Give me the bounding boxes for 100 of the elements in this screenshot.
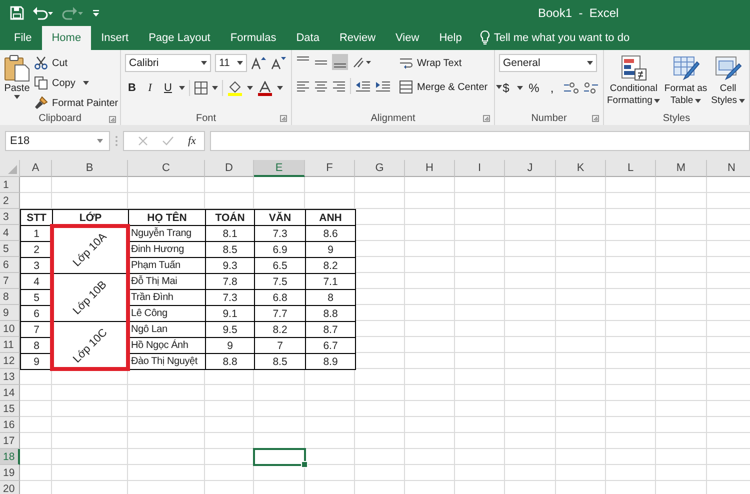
column-header[interactable]: D — [205, 160, 254, 177]
format-painter-button[interactable]: Format Painter — [34, 94, 118, 112]
font-name-dropdown[interactable]: Calibri — [125, 54, 211, 72]
ribbon-tab[interactable]: Insert — [91, 26, 139, 50]
row-header[interactable]: 12 — [0, 353, 20, 369]
row-header[interactable]: 10 — [0, 321, 20, 337]
borders-icon[interactable] — [194, 81, 208, 95]
cut-button[interactable]: Cut — [34, 54, 118, 72]
number-format-dropdown[interactable]: General — [499, 54, 597, 72]
row-header[interactable]: 2 — [0, 193, 20, 209]
name-box[interactable]: E18 — [5, 131, 110, 151]
row-header[interactable]: 18 — [0, 449, 20, 465]
currency-button[interactable]: $ — [499, 80, 513, 96]
ribbon-tab[interactable]: Home — [42, 26, 92, 50]
underline-button[interactable]: U — [161, 80, 175, 96]
decrease-indent-icon[interactable] — [355, 79, 371, 93]
column-header[interactable]: N — [707, 160, 750, 177]
copy-button[interactable]: Copy — [34, 74, 118, 92]
row-header[interactable]: 6 — [0, 257, 20, 273]
align-bottom-icon[interactable] — [332, 54, 348, 70]
percent-button[interactable]: % — [527, 80, 541, 96]
row-header[interactable]: 17 — [0, 433, 20, 449]
table-cell: Đinh Hương — [128, 241, 206, 258]
decrease-decimal-icon[interactable] — [583, 81, 599, 95]
styles-button[interactable]: Format as Table — [663, 54, 708, 111]
column-header[interactable]: I — [455, 160, 505, 177]
ribbon-tab[interactable]: Review — [329, 26, 386, 50]
table-cell: Hồ Ngọc Ánh — [128, 337, 206, 354]
check-icon[interactable] — [162, 136, 174, 146]
row-header[interactable]: 15 — [0, 401, 20, 417]
wrap-text-button[interactable]: Wrap Text — [399, 54, 502, 72]
decrease-font-size-icon[interactable] — [271, 56, 287, 70]
fill-color-icon[interactable] — [227, 80, 243, 96]
column-header[interactable]: G — [355, 160, 405, 177]
ribbon-tab[interactable]: File — [4, 26, 42, 50]
dialog-launcher-icon[interactable] — [109, 116, 116, 123]
paste-button[interactable]: Paste — [4, 54, 30, 112]
ribbon-tab[interactable]: Help — [429, 26, 472, 50]
dialog-launcher-icon[interactable] — [280, 115, 287, 122]
bold-button[interactable]: B — [125, 80, 139, 96]
align-center-icon[interactable] — [314, 79, 328, 93]
formula-input[interactable] — [210, 131, 750, 151]
comma-style-button[interactable]: , — [545, 80, 559, 96]
caret-icon — [517, 86, 523, 90]
column-header[interactable]: J — [505, 160, 556, 177]
italic-button[interactable]: I — [143, 80, 157, 96]
ribbon-tab[interactable]: View — [386, 26, 430, 50]
row-header[interactable]: 19 — [0, 465, 20, 481]
column-header[interactable]: F — [305, 160, 355, 177]
row-header[interactable]: 13 — [0, 369, 20, 385]
table-cell: 8.6 — [305, 225, 356, 242]
row-header[interactable]: 4 — [0, 225, 20, 241]
merged-cell-text: Lớp 10A — [71, 230, 110, 269]
merge-center-button[interactable]: Merge & Center — [399, 78, 502, 96]
column-header[interactable]: A — [20, 160, 52, 177]
align-right-icon[interactable] — [332, 79, 346, 93]
row-header[interactable]: 9 — [0, 305, 20, 321]
column-header[interactable]: L — [606, 160, 656, 177]
row-header[interactable]: 3 — [0, 209, 20, 225]
column-header[interactable]: M — [656, 160, 707, 177]
column-header[interactable]: E — [254, 160, 305, 177]
dialog-launcher-icon[interactable] — [483, 115, 490, 122]
increase-font-size-icon[interactable] — [251, 56, 267, 70]
table-cell: 7.5 — [254, 273, 306, 290]
caret-icon — [83, 81, 90, 85]
styles-button[interactable]: Conditional Formatting — [606, 54, 662, 111]
styles-button[interactable]: Cell Styles — [710, 54, 746, 111]
align-left-icon[interactable] — [296, 79, 310, 93]
column-header[interactable]: C — [128, 160, 205, 177]
drag-handle-icon[interactable] — [115, 135, 118, 147]
caret-icon — [97, 139, 103, 143]
row-header[interactable]: 20 — [0, 481, 20, 494]
row-header[interactable]: 8 — [0, 289, 20, 305]
active-cell[interactable] — [253, 448, 306, 466]
column-header[interactable]: B — [52, 160, 128, 177]
row-header[interactable]: 7 — [0, 273, 20, 289]
ribbon-tab[interactable]: Data — [286, 26, 330, 50]
row-header[interactable]: 14 — [0, 385, 20, 401]
save-icon[interactable] — [10, 6, 24, 20]
ribbon-tab[interactable]: Page Layout — [138, 26, 220, 50]
insert-function-button[interactable]: fx — [188, 135, 196, 147]
column-header[interactable]: K — [556, 160, 606, 177]
dialog-launcher-icon[interactable] — [592, 115, 599, 122]
lightbulb-icon — [480, 30, 490, 45]
column-header[interactable]: H — [405, 160, 455, 177]
font-size-dropdown[interactable]: 11 — [215, 54, 247, 72]
row-header[interactable]: 11 — [0, 337, 20, 353]
row-header[interactable]: 16 — [0, 417, 20, 433]
font-color-icon[interactable] — [257, 80, 273, 96]
undo-icon[interactable] — [32, 6, 54, 20]
orientation-icon[interactable] — [352, 55, 372, 69]
customize-icon[interactable] — [92, 8, 100, 18]
ribbon-tab[interactable]: Formulas — [220, 26, 286, 50]
row-header[interactable]: 5 — [0, 241, 20, 257]
wrap-text-icon — [399, 56, 413, 70]
increase-indent-icon[interactable] — [375, 79, 391, 93]
table-header-cell: VĂN — [254, 209, 306, 226]
increase-decimal-icon[interactable] — [563, 81, 579, 95]
tell-me-search[interactable]: Tell me what you want to do — [494, 26, 630, 50]
row-header[interactable]: 1 — [0, 177, 20, 193]
